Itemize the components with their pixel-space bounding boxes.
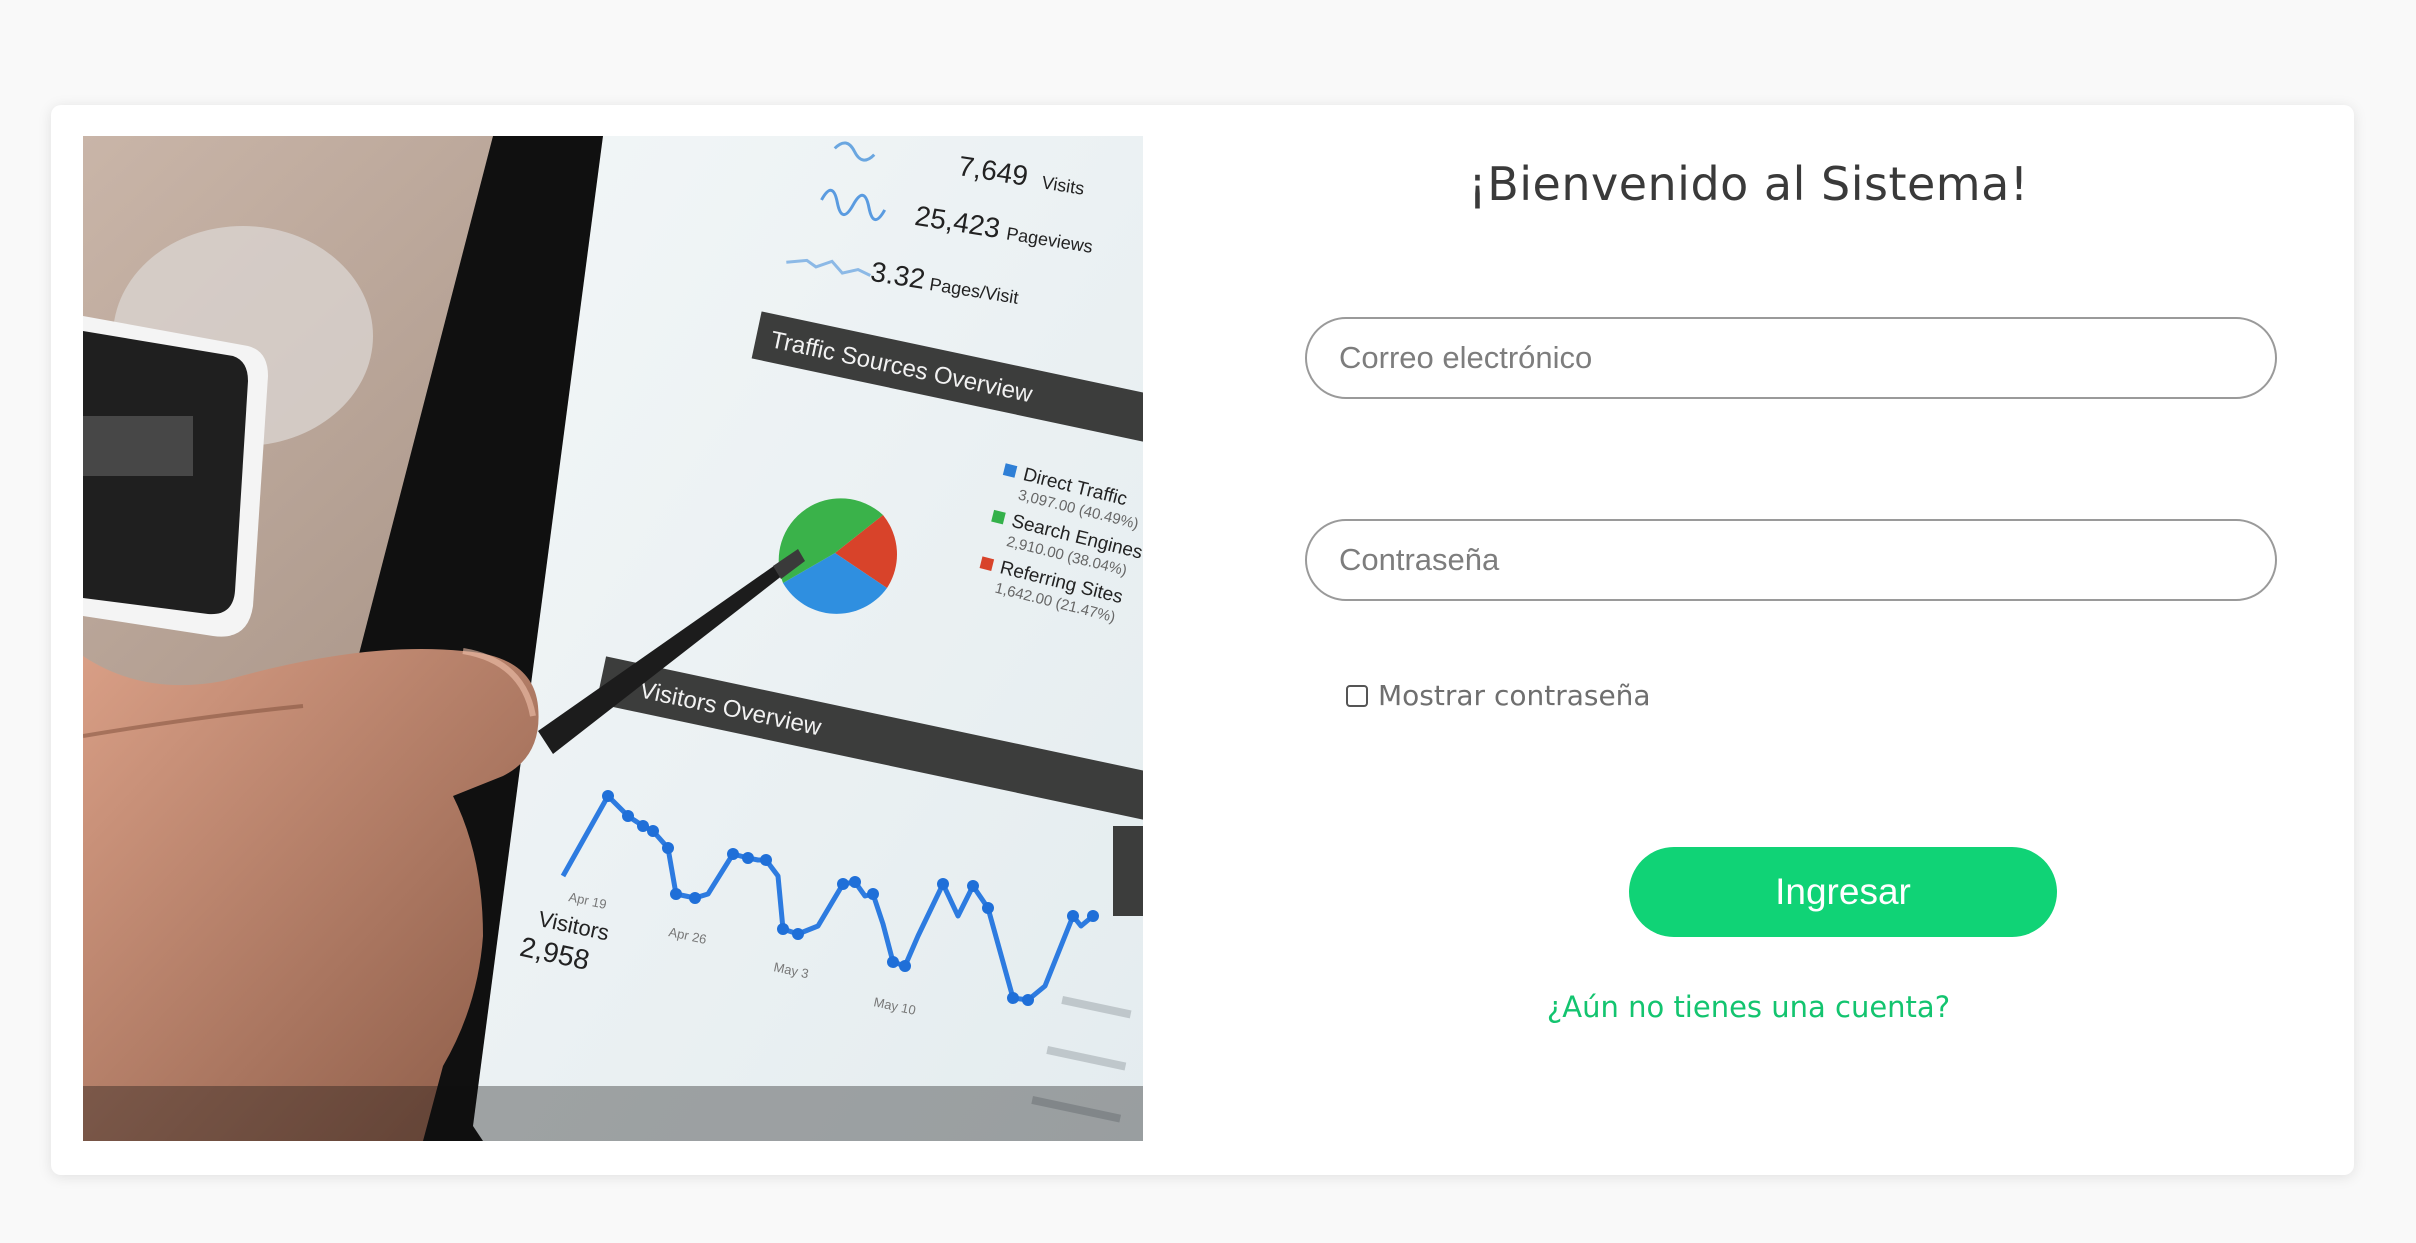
show-password-toggle[interactable]: Mostrar contraseña (1346, 679, 1651, 712)
show-password-label: Mostrar contraseña (1378, 679, 1651, 712)
email-field[interactable] (1305, 317, 2277, 399)
password-field[interactable] (1305, 519, 2277, 601)
login-card: 7,649 Visits 25,423 Pageviews 3.32 Pages… (51, 105, 2354, 1175)
login-form: ¡Bienvenido al Sistema! Mostrar contrase… (1143, 105, 2354, 1175)
analytics-photo: 7,649 Visits 25,423 Pageviews 3.32 Pages… (83, 136, 1143, 1141)
login-button[interactable]: Ingresar (1629, 847, 2057, 937)
register-link[interactable]: ¿Aún no tienes una cuenta? (1143, 990, 2354, 1024)
show-password-checkbox[interactable] (1346, 684, 1368, 707)
page-title: ¡Bienvenido al Sistema! (1468, 157, 2029, 211)
